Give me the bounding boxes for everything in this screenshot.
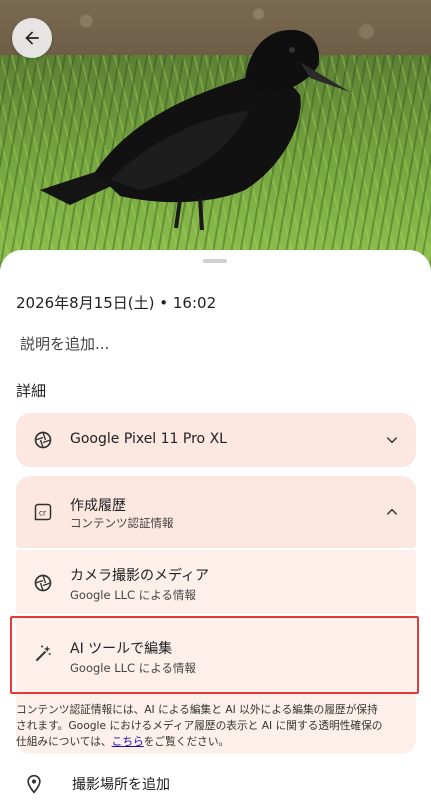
photo [0, 0, 431, 270]
device-name: Google Pixel 11 Pro XL [70, 431, 227, 447]
photo-datetime: 2026年8月15日(土) • 16:02 [16, 294, 217, 312]
history-item-ai-edit[interactable]: AI ツールで編集 Google LLC による情報 [16, 616, 416, 692]
camera-shutter-icon [32, 429, 54, 451]
learn-more-link[interactable]: こちら [112, 735, 144, 748]
back-button[interactable] [12, 18, 52, 58]
history-item-title: AI ツールで編集 [70, 641, 173, 657]
chevron-down-icon[interactable] [384, 432, 400, 448]
drag-handle[interactable] [203, 259, 227, 263]
crow-image [40, 29, 350, 231]
camera-shutter-icon [32, 572, 54, 594]
arrow-left-icon [25, 31, 39, 45]
svg-text:cr: cr [39, 508, 47, 517]
location-pin-icon [27, 774, 41, 794]
history-title: 作成履歴 [70, 498, 126, 514]
credentials-note: コンテンツ認証情報には、AI による編集と AI 以外による編集の履歴が保持され… [16, 703, 383, 748]
add-location-button[interactable]: 撮影場所を追加 [24, 772, 170, 796]
creation-history-card[interactable]: cr 作成履歴 コンテンツ認証情報 [16, 476, 416, 548]
history-subtitle: コンテンツ認証情報 [70, 516, 174, 530]
history-item-subtitle: Google LLC による情報 [70, 588, 196, 602]
history-item-title: カメラ撮影のメディア [70, 568, 210, 584]
add-location-label: 撮影場所を追加 [72, 777, 170, 793]
device-card[interactable]: Google Pixel 11 Pro XL [16, 413, 416, 467]
chevron-up-icon[interactable] [384, 504, 400, 520]
magic-wand-icon [32, 643, 54, 665]
details-heading: 詳細 [16, 382, 47, 400]
history-item-camera[interactable]: カメラ撮影のメディア Google LLC による情報 [16, 550, 416, 614]
content-credentials-icon: cr [32, 501, 54, 523]
history-item-subtitle: Google LLC による情報 [70, 661, 196, 675]
details-sheet: 2026年8月15日(土) • 16:02 説明を追加... 詳細 Google… [0, 250, 431, 800]
add-description-field[interactable]: 説明を追加... [20, 333, 109, 354]
